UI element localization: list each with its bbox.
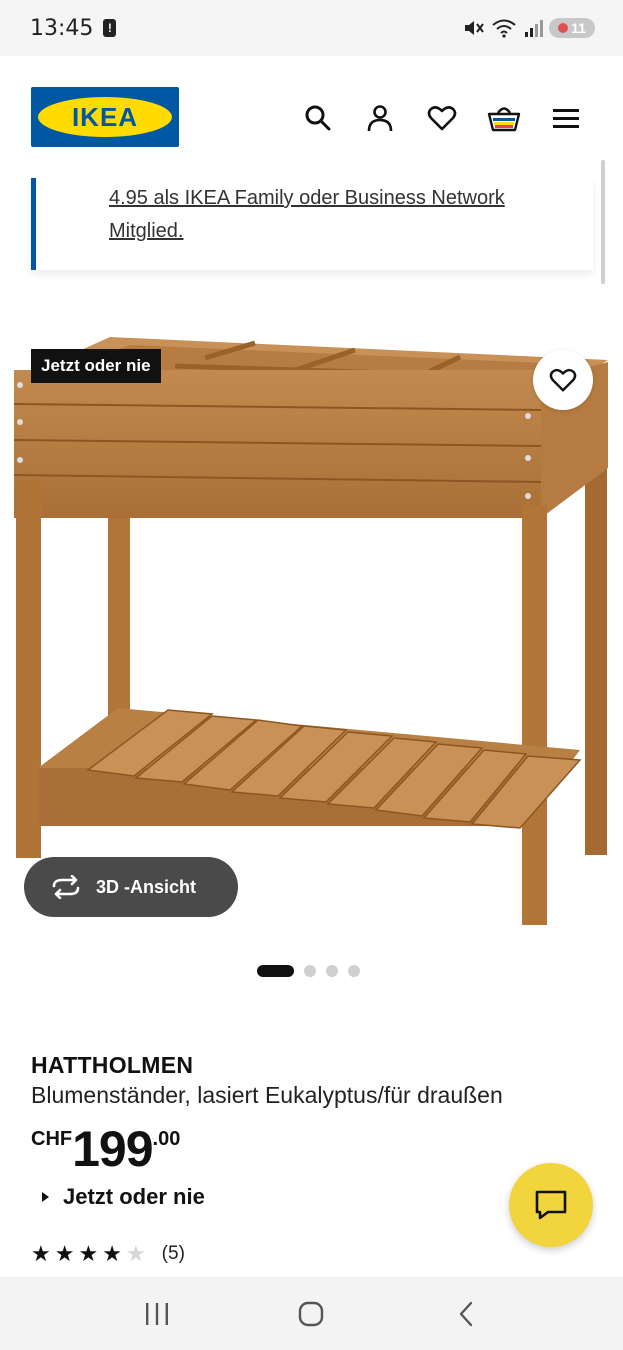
alert-icon: ! (103, 19, 117, 37)
price-decimal: .00 (152, 1128, 181, 1150)
heart-icon (549, 368, 577, 392)
product-price: CHF 199 .00 (31, 1124, 180, 1174)
star-full-icon: ★ (78, 1241, 99, 1266)
carousel-dot[interactable] (326, 965, 338, 977)
status-time: 13:45 (30, 15, 94, 41)
price-main: 199 (72, 1121, 153, 1177)
image-carousel-dots (257, 965, 360, 977)
view-3d-button[interactable]: 3D -Ansicht (24, 857, 238, 917)
carousel-dot-active[interactable] (257, 965, 294, 977)
recent-apps-icon (146, 1302, 169, 1325)
signal-icon (525, 20, 543, 37)
menu-icon (553, 109, 579, 128)
search-icon (305, 105, 331, 131)
price-currency: CHF (31, 1128, 73, 1150)
back-button[interactable] (446, 1294, 486, 1334)
star-full-icon: ★ (31, 1241, 51, 1266)
home-icon (299, 1301, 324, 1326)
home-button[interactable] (291, 1294, 331, 1334)
ikea-logo[interactable]: IKEA (31, 87, 179, 147)
site-header: IKEA (0, 56, 623, 284)
recent-apps-button[interactable] (137, 1294, 177, 1334)
family-price-link[interactable]: 4.95 als IKEA Family oder Business Netwo… (109, 187, 505, 242)
product-rating[interactable]: ★ ★ ★ ★ ★ (5) (31, 1243, 185, 1265)
heart-icon (427, 106, 457, 131)
wifi-icon (492, 19, 516, 38)
view-3d-label: 3D -Ansicht (96, 876, 197, 897)
caret-right-icon (42, 1192, 49, 1202)
carousel-dot[interactable] (304, 965, 316, 977)
battery-level: 11 (571, 20, 586, 36)
family-price-card: 4.95 als IKEA Family oder Business Netwo… (31, 178, 593, 270)
chat-button[interactable] (509, 1163, 593, 1247)
battery-indicator: 11 (549, 18, 595, 38)
back-icon (459, 1301, 473, 1326)
rotate-3d-icon (52, 875, 80, 899)
star-full-icon: ★ (54, 1241, 75, 1266)
product-badge: Jetzt oder nie (31, 349, 161, 383)
basket-button[interactable] (486, 100, 522, 136)
status-bar: 13:45 ! 11 (0, 0, 623, 56)
promo-tag[interactable]: Jetzt oder nie (42, 1184, 205, 1210)
product-image[interactable] (0, 300, 623, 940)
page-scrollbar[interactable] (601, 160, 605, 284)
search-button[interactable] (300, 100, 336, 136)
add-to-wishlist-button[interactable] (533, 350, 593, 410)
promo-tag-label: Jetzt oder nie (63, 1184, 205, 1209)
product-description: Blumenständer, lasiert Eukalyptus/für dr… (31, 1082, 503, 1108)
chat-icon (535, 1190, 567, 1220)
menu-button[interactable] (548, 100, 584, 136)
system-nav-bar (0, 1277, 623, 1350)
logo-text: IKEA (71, 101, 139, 132)
rating-count: (5) (161, 1243, 185, 1264)
logo-oval: IKEA (38, 97, 172, 137)
carousel-dot[interactable] (348, 965, 360, 977)
product-name: HATTHOLMEN (31, 1052, 194, 1078)
star-full-icon: ★ (102, 1241, 122, 1266)
basket-icon (487, 107, 521, 132)
battery-saver-icon (558, 23, 569, 33)
account-button[interactable] (362, 100, 398, 136)
wishlist-button[interactable] (424, 100, 460, 136)
account-icon (367, 105, 393, 132)
mute-icon (465, 21, 484, 35)
star-empty-icon: ★ (125, 1241, 146, 1266)
